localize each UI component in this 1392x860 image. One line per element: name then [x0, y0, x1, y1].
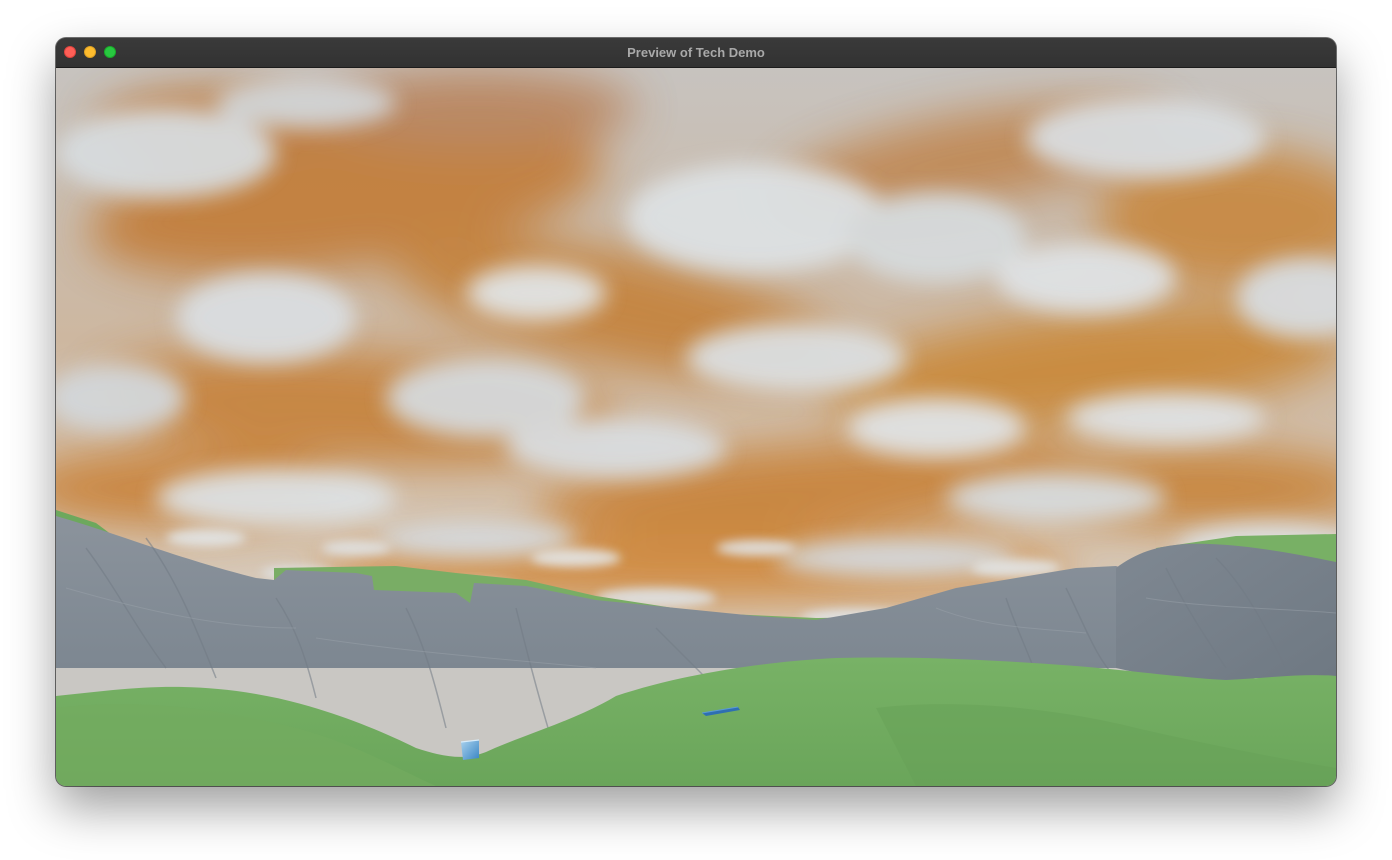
scene-render	[56, 68, 1336, 786]
grass-foreground	[56, 657, 1336, 786]
blue-crate[interactable]	[460, 739, 480, 760]
window-title: Preview of Tech Demo	[627, 45, 765, 60]
title-bar[interactable]: Preview of Tech Demo	[56, 38, 1336, 68]
game-viewport[interactable]	[56, 68, 1336, 786]
app-window: Preview of Tech Demo	[56, 38, 1336, 786]
